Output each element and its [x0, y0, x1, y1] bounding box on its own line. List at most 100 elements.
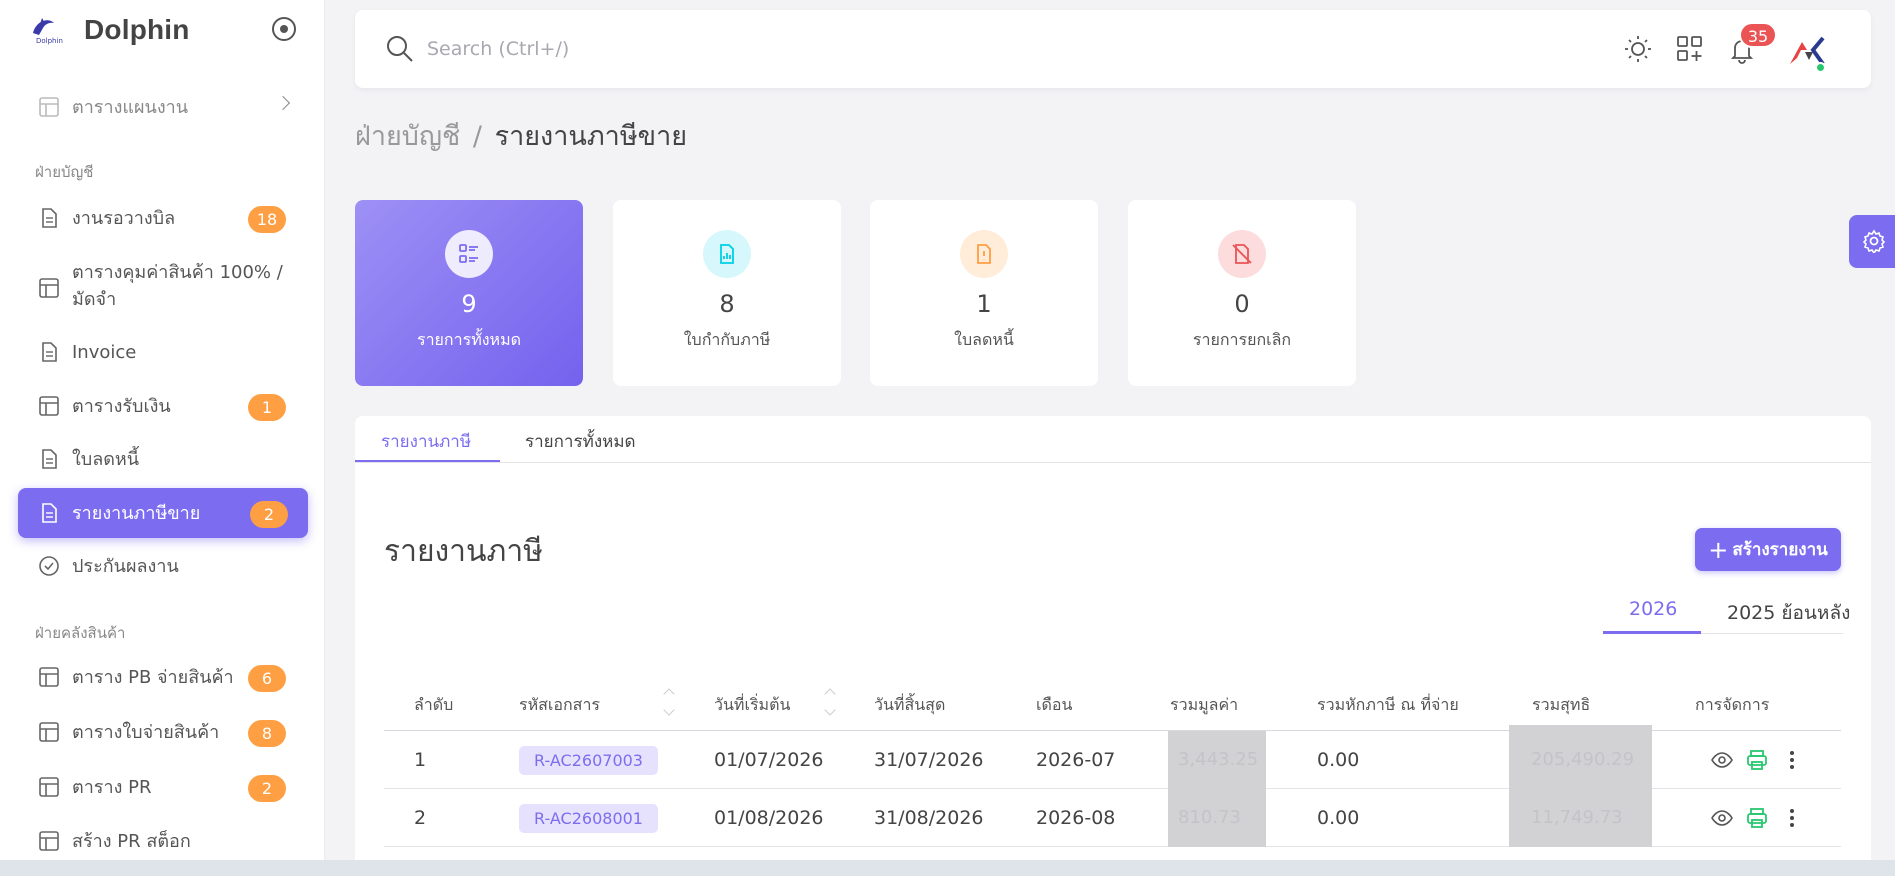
stat-card-tax-invoices[interactable]: 8 ใบกำกับภาษี	[613, 200, 841, 386]
cell-month: 2026-08	[1036, 807, 1116, 829]
top-navbar: 35	[355, 10, 1871, 88]
table-row[interactable]: 2 R-AC2608001 01/08/2026 31/08/2026 2026…	[384, 789, 1841, 847]
sidebar-item-dispatch-slip[interactable]: ตารางใบจ่ายสินค้า 8	[18, 707, 308, 757]
table-icon	[39, 831, 59, 851]
check-circle-icon	[39, 556, 59, 576]
printer-icon[interactable]	[1745, 806, 1769, 830]
stat-card-all-items[interactable]: 9 รายการทั้งหมด	[355, 200, 583, 386]
sidebar-item-label: ตารางใบจ่ายสินค้า	[72, 721, 220, 743]
tab-tax-report[interactable]: รายงานภาษี	[381, 428, 471, 455]
column-header-net[interactable]: รวมสุทธิ	[1532, 678, 1590, 730]
sidebar-item-pending-billing[interactable]: งานรอวางบิล 18	[18, 193, 308, 243]
sort-icon[interactable]	[825, 686, 835, 716]
column-header-total[interactable]: รวมมูลค่า	[1170, 678, 1238, 730]
printer-icon[interactable]	[1745, 748, 1769, 772]
sidebar-item-warranty[interactable]: ประกันผลงาน	[18, 541, 308, 591]
page-title: รายงานภาษีขาย	[494, 121, 688, 152]
tab-year-2025-back[interactable]: 2025 ย้อนหลัง	[1727, 598, 1850, 628]
file-alert-icon	[960, 230, 1008, 278]
stat-card-credit-notes[interactable]: 1 ใบลดหนี้	[870, 200, 1098, 386]
cell-no: 1	[414, 749, 427, 771]
cell-end-date: 31/07/2026	[874, 749, 984, 771]
doc-code-chip[interactable]: R-AC2607003	[519, 746, 658, 775]
more-vertical-icon[interactable]	[1780, 748, 1804, 772]
customizer-toggle[interactable]	[1849, 215, 1895, 268]
create-report-button[interactable]: + สร้างรายงาน	[1695, 528, 1841, 571]
column-header-doc-code[interactable]: รหัสเอกสาร	[519, 678, 600, 730]
cell-doc-code[interactable]: R-AC2607003	[519, 731, 658, 789]
cell-total-redacted: 810.73	[1168, 789, 1266, 847]
cell-start-date: 01/08/2026	[714, 807, 824, 829]
column-header-start-date[interactable]: วันที่เริ่มต้น	[714, 678, 790, 730]
column-header-withholding[interactable]: รวมหักภาษี ณ ที่จ่าย	[1317, 678, 1459, 730]
stat-value: 1	[976, 290, 992, 318]
count-badge: 2	[248, 775, 286, 802]
stat-value: 0	[1234, 290, 1250, 318]
sidebar-item-create-pr-stock[interactable]: สร้าง PR สต็อก	[18, 816, 308, 860]
table-icon	[39, 278, 59, 298]
column-header-actions: การจัดการ	[1695, 695, 1770, 714]
create-report-label: สร้างรายงาน	[1732, 540, 1828, 560]
cell-doc-code[interactable]: R-AC2608001	[519, 789, 658, 847]
table-icon	[39, 667, 59, 687]
cell-total-redacted: 3,443.25	[1168, 731, 1266, 789]
column-header-no[interactable]: ลำดับ	[414, 678, 453, 730]
sidebar-item-label: ใบลดหนี้	[72, 448, 140, 470]
file-cancel-icon	[1218, 230, 1266, 278]
column-header-month[interactable]: เดือน	[1036, 678, 1072, 730]
sidebar-item-pr-table[interactable]: ตาราง PR 2	[18, 762, 308, 812]
table-row[interactable]: 1 R-AC2607003 01/07/2026 31/07/2026 2026…	[384, 725, 1841, 789]
cell-net-redacted: 205,490.29	[1509, 725, 1652, 789]
list-icon	[445, 230, 493, 278]
sidebar-item-pb-dispatch[interactable]: ตาราง PB จ่ายสินค้า 6	[18, 652, 308, 702]
brand[interactable]: Dolphin Dolphin	[30, 14, 190, 46]
count-badge: 8	[248, 720, 286, 747]
more-vertical-icon[interactable]	[1780, 806, 1804, 830]
dolphin-logo-icon: Dolphin	[30, 15, 72, 45]
count-badge: 1	[248, 394, 286, 421]
tab-all-items[interactable]: รายการทั้งหมด	[525, 428, 636, 455]
gear-icon	[1862, 229, 1886, 253]
sidebar-item-credit-note[interactable]: ใบลดหนี้	[18, 434, 308, 484]
sidebar-item-label: Invoice	[72, 341, 137, 363]
cell-withholding: 0.00	[1317, 807, 1360, 829]
table-icon	[39, 722, 59, 742]
stat-card-cancelled[interactable]: 0 รายการยกเลิก	[1128, 200, 1356, 386]
section-title-warehouse: ฝ่ายคลังสินค้า	[35, 624, 126, 642]
eye-view-icon[interactable]	[1710, 748, 1734, 772]
sidebar-item-label: ตาราง PR	[72, 776, 152, 798]
count-badge: 6	[248, 665, 286, 692]
eye-view-icon[interactable]	[1710, 806, 1734, 830]
table-icon	[39, 396, 59, 416]
apps-grid-add-icon[interactable]	[1675, 34, 1705, 64]
sidebar-item-goods-deposit[interactable]: ตารางคุมค่าสินค้า 100% / มัดจำ	[18, 253, 308, 318]
report-tabs: รายงานภาษี รายการทั้งหมด	[355, 416, 1871, 463]
doc-code-chip[interactable]: R-AC2608001	[519, 804, 658, 833]
sidebar: Dolphin Dolphin ตารางแผนงาน ฝ่ายบัญชี งา…	[0, 0, 325, 860]
svg-text:Dolphin: Dolphin	[36, 37, 63, 45]
sidebar-item-invoice[interactable]: Invoice	[18, 327, 308, 377]
count-badge: 18	[248, 206, 286, 233]
sidebar-item-receipts[interactable]: ตารางรับเงิน 1	[18, 381, 308, 431]
active-year-indicator	[1603, 631, 1701, 634]
sidebar-collapse-toggle-icon[interactable]	[272, 17, 296, 41]
cell-withholding: 0.00	[1317, 749, 1360, 771]
search-icon[interactable]	[385, 34, 415, 64]
table-icon	[39, 777, 59, 797]
invoice-chart-icon	[703, 230, 751, 278]
cell-net-redacted: 11,749.73	[1509, 789, 1652, 847]
sort-icon[interactable]	[664, 686, 674, 716]
sun-theme-icon[interactable]	[1623, 34, 1653, 64]
sidebar-item-plan-table[interactable]: ตารางแผนงาน	[18, 82, 308, 132]
table-icon	[39, 97, 59, 117]
panel-title: รายงานภาษี	[384, 534, 543, 569]
cell-end-date: 31/08/2026	[874, 807, 984, 829]
stat-value: 8	[719, 290, 735, 318]
search-input[interactable]	[427, 32, 1027, 66]
tab-year-2026[interactable]: 2026	[1629, 598, 1677, 620]
sidebar-item-sales-tax-report[interactable]: รายงานภาษีขาย 2	[18, 488, 308, 538]
breadcrumb-parent[interactable]: ฝ่ายบัญชี	[355, 121, 460, 152]
document-icon	[42, 208, 57, 228]
column-header-end-date[interactable]: วันที่สิ้นสุด	[874, 678, 945, 730]
breadcrumb-separator: /	[472, 121, 482, 152]
